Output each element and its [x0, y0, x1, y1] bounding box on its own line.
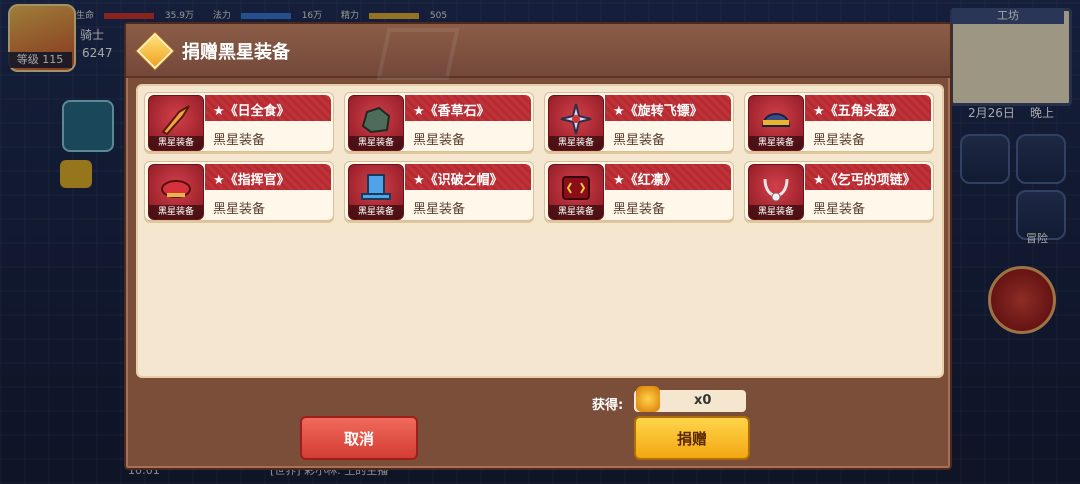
item-type: 黑星装备 [613, 202, 666, 217]
equipment-grid: 黑星装备 ★《日全食》 黑星装备 黑星装备 ★《香草石》 黑星装备 黑星装备 ★… [144, 92, 940, 221]
dialog-header: 捐赠黑星装备 [126, 24, 950, 80]
item-tag: 黑星装备 [349, 136, 403, 150]
item-type: 黑星装备 [613, 133, 666, 148]
equipment-card[interactable]: 黑星装备 ★《旋转飞镖》 黑星装备 [544, 92, 734, 152]
item-type: 黑星装备 [213, 133, 266, 148]
item-name: ★《五角头盔》 [813, 104, 903, 119]
item-name: ★《乞丐的项链》 [813, 173, 916, 188]
item-tag: 黑星装备 [549, 136, 603, 150]
item-type: 黑星装备 [813, 133, 866, 148]
item-name: ★《识破之帽》 [413, 173, 503, 188]
beret-icon: 黑星装备 [148, 164, 204, 220]
diamond-icon [136, 32, 174, 70]
item-name: ★《指挥官》 [213, 173, 290, 188]
item-tag: 黑星装备 [549, 205, 603, 219]
item-name: ★《日全食》 [213, 104, 290, 119]
reward-label: 获得: [592, 398, 624, 413]
helmet-icon: 黑星装备 [748, 95, 804, 151]
reward-count: x0 [694, 393, 712, 408]
item-tag: 黑星装备 [749, 136, 803, 150]
equipment-card[interactable]: 黑星装备 ★《红凛》 黑星装备 [544, 161, 734, 221]
top-hat-icon: 黑星装备 [348, 164, 404, 220]
equipment-card[interactable]: 黑星装备 ★《识破之帽》 黑星装备 [344, 161, 534, 221]
item-tag: 黑星装备 [349, 205, 403, 219]
donate-button[interactable]: 捐赠 [634, 416, 750, 460]
item-tag: 黑星装备 [149, 205, 203, 219]
equipment-panel: 黑星装备 ★《日全食》 黑星装备 黑星装备 ★《香草石》 黑星装备 黑星装备 ★… [136, 84, 944, 378]
item-name: ★《旋转飞镖》 [613, 104, 703, 119]
reward-medal-icon [636, 386, 660, 412]
header-decoration [376, 28, 460, 80]
item-type: 黑星装备 [413, 202, 466, 217]
item-type: 黑星装备 [813, 202, 866, 217]
dialog-title: 捐赠黑星装备 [182, 42, 290, 63]
item-type: 黑星装备 [213, 202, 266, 217]
equipment-card[interactable]: 黑星装备 ★《五角头盔》 黑星装备 [744, 92, 934, 152]
donate-dialog: 捐赠黑星装备 黑星装备 ★《日全食》 黑星装备 黑星装备 ★《香草石》 黑星装备… [124, 22, 952, 470]
stone-icon: 黑星装备 [348, 95, 404, 151]
equipment-card[interactable]: 黑星装备 ★《乞丐的项链》 黑星装备 [744, 161, 934, 221]
sword-icon: 黑星装备 [148, 95, 204, 151]
equipment-card[interactable]: 黑星装备 ★《日全食》 黑星装备 [144, 92, 334, 152]
equipment-card[interactable]: 黑星装备 ★《指挥官》 黑星装备 [144, 161, 334, 221]
item-name: ★《红凛》 [613, 173, 677, 188]
shuriken-icon: 黑星装备 [548, 95, 604, 151]
item-type: 黑星装备 [413, 133, 466, 148]
equipment-card[interactable]: 黑星装备 ★《香草石》 黑星装备 [344, 92, 534, 152]
item-name: ★《香草石》 [413, 104, 490, 119]
item-tag: 黑星装备 [149, 136, 203, 150]
cancel-button[interactable]: 取消 [300, 416, 418, 460]
necklace-icon: 黑星装备 [748, 164, 804, 220]
red-book-icon: 黑星装备 [548, 164, 604, 220]
item-tag: 黑星装备 [749, 205, 803, 219]
